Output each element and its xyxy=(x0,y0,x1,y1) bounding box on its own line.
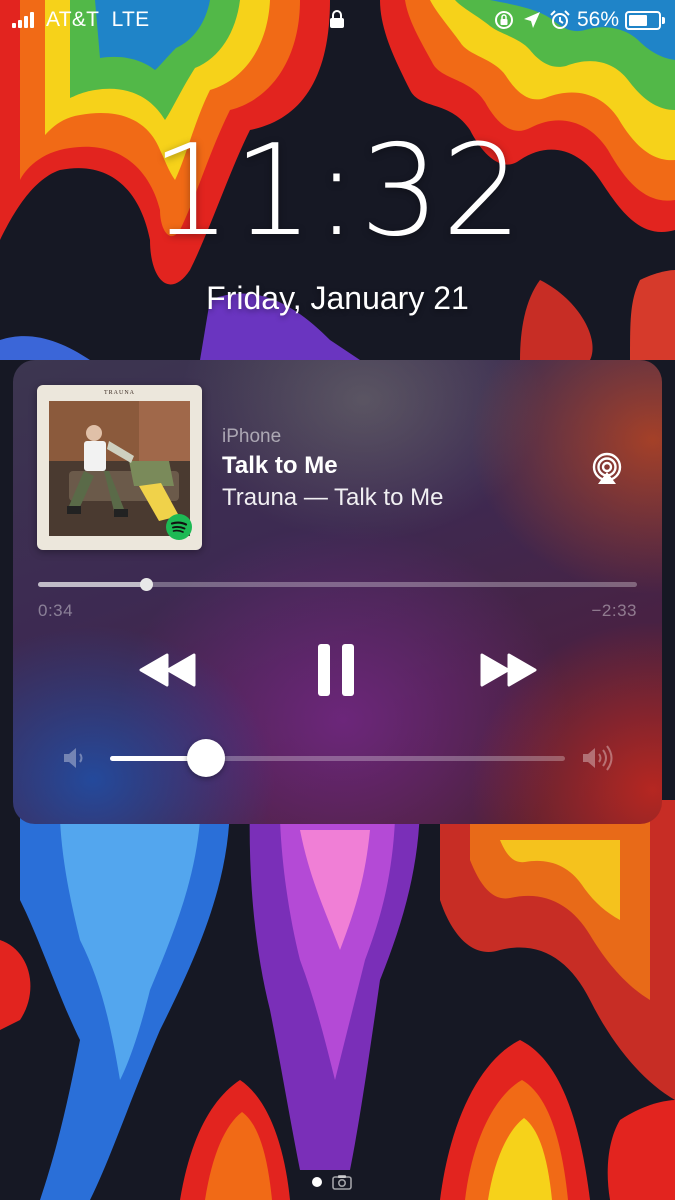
volume-slider-knob[interactable] xyxy=(186,739,225,777)
status-bar: AT&T LTE 56% xyxy=(0,0,675,40)
volume-slider[interactable] xyxy=(110,739,565,777)
signal-bars-icon xyxy=(12,12,34,28)
album-art-label: TRAUNA xyxy=(104,390,135,396)
pause-icon xyxy=(318,644,354,696)
camera-icon[interactable] xyxy=(332,1174,352,1190)
carrier-name: AT&T xyxy=(46,8,100,31)
pause-button[interactable] xyxy=(308,644,364,696)
fast-forward-button[interactable] xyxy=(473,645,543,695)
battery-icon xyxy=(625,10,665,30)
orientation-lock-icon xyxy=(494,11,513,29)
carrier-label: AT&T LTE xyxy=(46,8,149,32)
airplay-icon[interactable] xyxy=(590,452,624,486)
artist-album: Trauna — Talk to Me xyxy=(222,484,444,511)
volume-low-icon xyxy=(64,748,83,768)
rewind-button[interactable] xyxy=(133,645,203,695)
playback-scrubber[interactable] xyxy=(38,578,637,591)
battery-percent: 56% xyxy=(576,8,619,31)
playback-device: iPhone xyxy=(222,426,282,447)
playback-progress-fill xyxy=(38,582,146,587)
location-arrow-icon xyxy=(523,12,540,28)
song-title: Talk to Me xyxy=(222,452,338,479)
lock-icon xyxy=(330,10,344,28)
lock-screen-date: Friday, January 21 xyxy=(206,280,469,316)
page-indicator[interactable] xyxy=(312,1174,352,1190)
fast-forward-icon xyxy=(480,653,537,687)
lock-screen-time: 11:32 xyxy=(150,117,525,264)
time-remaining: −2:33 xyxy=(591,601,637,620)
alarm-icon xyxy=(550,10,570,29)
network-type: LTE xyxy=(111,8,150,31)
right-status-group: 56% xyxy=(493,8,665,32)
page-dot-active xyxy=(312,1177,322,1187)
album-art[interactable]: TRAUNA xyxy=(37,385,202,550)
time-elapsed: 0:34 xyxy=(38,601,74,620)
rewind-icon xyxy=(139,653,196,687)
spotify-icon xyxy=(166,514,192,540)
now-playing-widget[interactable]: TRAUNA iPhone Talk to Me Trauna — Talk t… xyxy=(13,360,662,824)
playback-scrubber-knob[interactable] xyxy=(139,578,153,591)
volume-high-icon xyxy=(583,745,613,771)
